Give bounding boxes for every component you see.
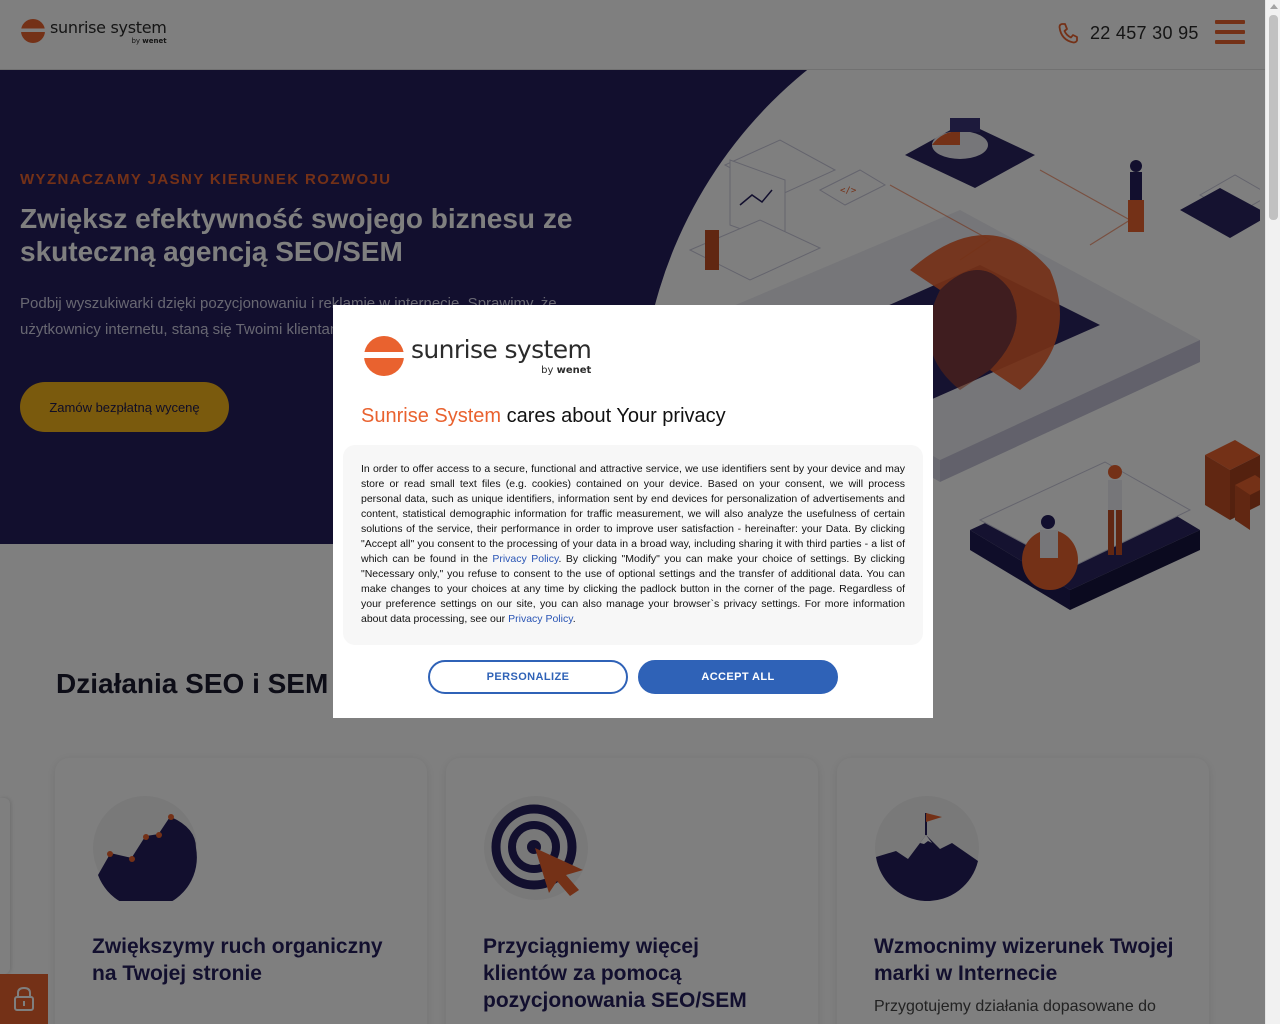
modal-title: Sunrise System cares about Your privacy bbox=[361, 405, 726, 427]
page-scrollbar[interactable] bbox=[1265, 0, 1280, 1024]
privacy-policy-link[interactable]: Privacy Policy bbox=[492, 553, 558, 565]
personalize-button[interactable]: PERSONALIZE bbox=[428, 660, 628, 694]
cookie-consent-modal: sunrise system by wenet Sunrise System c… bbox=[333, 305, 933, 718]
accept-all-button[interactable]: ACCEPT ALL bbox=[638, 660, 838, 694]
sunrise-logo-icon bbox=[364, 336, 404, 376]
modal-logo: sunrise system by wenet bbox=[363, 335, 592, 377]
scroll-up-icon[interactable] bbox=[1270, 4, 1278, 9]
consent-text: In order to offer access to a secure, fu… bbox=[361, 463, 905, 625]
modal-logo-name: sunrise system bbox=[411, 335, 592, 364]
privacy-policy-link-2[interactable]: Privacy Policy bbox=[508, 613, 573, 625]
modal-logo-by: by wenet bbox=[541, 365, 592, 376]
modal-logo-text: sunrise system by wenet bbox=[411, 335, 592, 376]
modal-body: In order to offer access to a secure, fu… bbox=[343, 445, 923, 645]
scrollbar-thumb[interactable] bbox=[1269, 15, 1278, 220]
